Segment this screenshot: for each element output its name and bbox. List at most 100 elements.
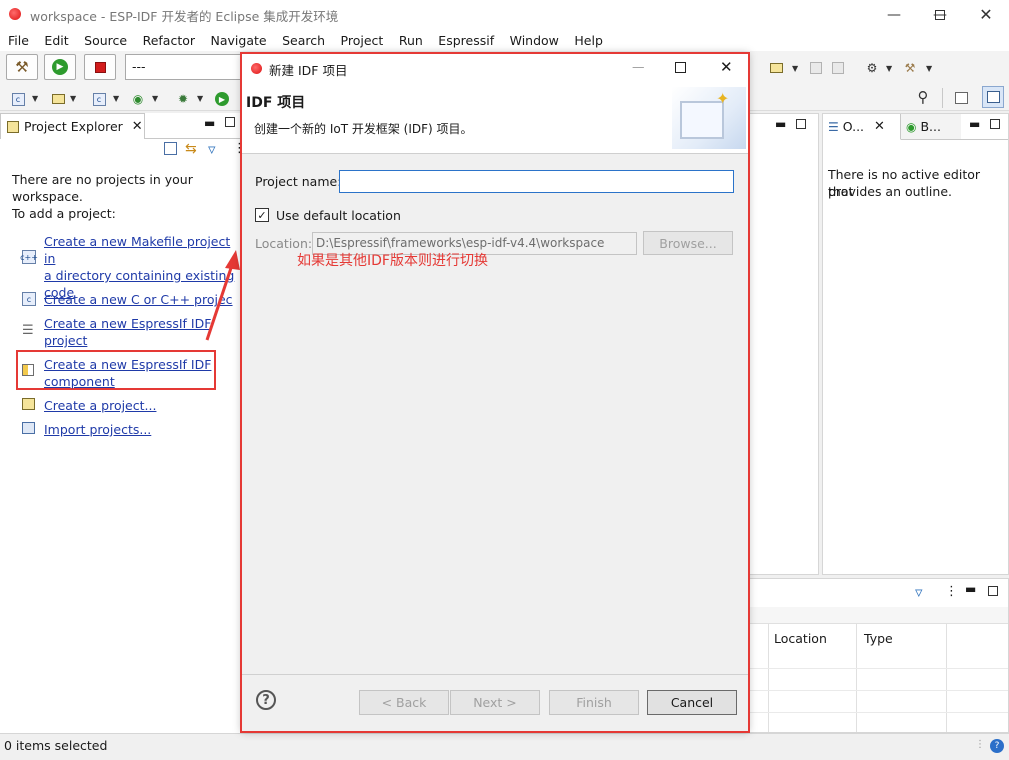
new-class-icon[interactable]: ◉ [130,91,146,107]
search-icon[interactable]: ⚲ [915,88,931,106]
new-source-file-icon[interactable]: c [91,91,107,107]
intro-line-3: To add a project: [12,206,116,221]
menu-navigate[interactable]: Navigate [211,33,267,48]
menu-project[interactable]: Project [341,33,384,48]
maximize-view-icon[interactable] [796,119,806,129]
hammer-icon[interactable]: ⚒ [902,60,918,76]
link-import-projects[interactable]: Import projects... [44,421,151,438]
launch-button[interactable]: ▶ [44,54,76,80]
collapse-all-icon[interactable] [164,142,177,155]
close-icon[interactable]: ✕ [720,58,733,76]
back-button[interactable]: < Back [359,690,449,715]
menu-help[interactable]: Help [574,33,603,48]
minimize-view-icon[interactable]: ▬ [969,117,980,131]
menu-file[interactable]: File [8,33,29,48]
chevron-down-icon[interactable]: ▼ [113,94,119,103]
column-header-type[interactable]: Type [864,630,893,647]
c-perspective-button[interactable] [982,86,1004,108]
tab-build-targets[interactable]: ◉ B... [901,114,961,140]
project-name-input[interactable] [339,170,734,193]
finish-button[interactable]: Finish [549,690,639,715]
save-all-icon[interactable] [830,60,846,76]
tab-outline[interactable]: ☰ O... ✕ [823,114,901,140]
run-icon[interactable]: ▶ [214,91,230,107]
link-idf-component[interactable]: Create a new EspressIf IDF component [44,356,211,390]
filter-icon[interactable]: ▿ [208,140,216,158]
minimize-icon: — [887,6,901,23]
maximize-view-icon[interactable] [225,117,235,127]
banner-subtitle: 创建一个新的 IoT 开发框架 (IDF) 项目。 [254,122,473,136]
maximize-icon[interactable] [675,62,686,73]
debug-icon[interactable]: ✹ [175,91,191,107]
row-divider [750,668,1008,669]
menu-source[interactable]: Source [84,33,127,48]
use-default-location-label[interactable]: Use default location [276,207,401,224]
chevron-down-icon[interactable]: ▼ [152,94,158,103]
maximize-view-icon[interactable] [988,586,998,596]
stop-button[interactable] [84,54,116,80]
minimize-view-icon[interactable]: ▬ [775,117,786,131]
filter-icon[interactable]: ▿ [915,583,923,601]
view-menu-icon[interactable]: ⋮ [945,584,958,599]
dialog-footer-divider [242,674,748,675]
link-idf-project[interactable]: Create a new EspressIf IDF project [44,315,211,349]
close-icon[interactable]: ✕ [874,119,885,134]
new-folder-icon[interactable] [50,91,66,107]
menu-edit[interactable]: Edit [44,33,68,48]
menu-window[interactable]: Window [510,33,559,48]
minimize-view-icon[interactable]: ▬ [204,116,215,130]
close-icon: ✕ [979,5,993,24]
intro-line-1: There are no projects in your [12,172,193,187]
row-divider [750,712,1008,713]
next-button[interactable]: Next > [450,690,540,715]
chevron-down-icon[interactable]: ▼ [886,64,892,73]
row-divider [750,690,1008,691]
link-line[interactable]: Create a project... [44,397,156,414]
browse-button[interactable]: Browse... [643,231,733,255]
new-c-project-icon[interactable]: c [10,91,26,107]
link-create-project[interactable]: Create a project... [44,397,156,414]
maximize-button[interactable] [917,0,963,29]
status-bar: 0 items selected ⋮ ? [0,733,1009,760]
link-line[interactable]: project [44,332,211,349]
resize-grip-icon: ⋮ [975,739,985,750]
settings-icon[interactable]: ⚙ [864,60,880,76]
launch-config-select[interactable]: --- [125,54,243,80]
outline-message-line-2: provides an outline. [828,184,952,199]
link-with-editor-icon[interactable]: ⇆ [185,141,197,157]
tab-divider [961,139,1008,140]
chevron-down-icon[interactable]: ▼ [792,64,798,73]
link-line[interactable]: Create a new EspressIf IDF [44,315,211,332]
menu-run[interactable]: Run [399,33,423,48]
run-icon: ▶ [52,59,68,75]
chevron-down-icon[interactable]: ▼ [197,94,203,103]
chevron-down-icon[interactable]: ▼ [32,94,38,103]
help-icon[interactable]: ? [256,690,276,710]
title-bar: workspace - ESP-IDF 开发者的 Eclipse 集成开发环境 … [0,0,1009,29]
menu-espressif[interactable]: Espressif [438,33,494,48]
help-icon[interactable]: ? [990,739,1004,753]
chevron-down-icon[interactable]: ▼ [70,94,76,103]
maximize-view-icon[interactable] [990,119,1000,129]
cancel-button[interactable]: Cancel [647,690,737,715]
new-folder-icon[interactable] [768,60,784,76]
link-line[interactable]: Create a new EspressIf IDF [44,356,211,373]
save-icon[interactable] [808,60,824,76]
menu-refactor[interactable]: Refactor [143,33,195,48]
open-perspective-icon[interactable] [953,90,969,106]
close-icon[interactable]: ✕ [132,119,143,134]
close-window-button[interactable]: ✕ [963,0,1009,29]
new-idf-project-dialog: 新建 IDF 项目 — ✕ IDF 项目 创建一个新的 IoT 开发框架 (ID… [241,53,749,732]
build-button[interactable]: ⚒ [6,54,38,80]
menu-search[interactable]: Search [282,33,325,48]
intro-line-2: workspace. [12,189,83,204]
link-line[interactable]: component [44,373,211,390]
link-line[interactable]: Import projects... [44,421,151,438]
column-header-location[interactable]: Location [774,630,827,647]
chevron-down-icon[interactable]: ▼ [926,64,932,73]
use-default-location-checkbox[interactable]: ✓ [255,208,269,222]
minimize-view-icon[interactable]: ▬ [965,582,976,596]
minimize-window-button[interactable]: — [871,0,917,29]
tab-project-explorer[interactable]: Project Explorer ✕ [0,113,145,139]
minimize-icon[interactable]: — [632,59,645,74]
